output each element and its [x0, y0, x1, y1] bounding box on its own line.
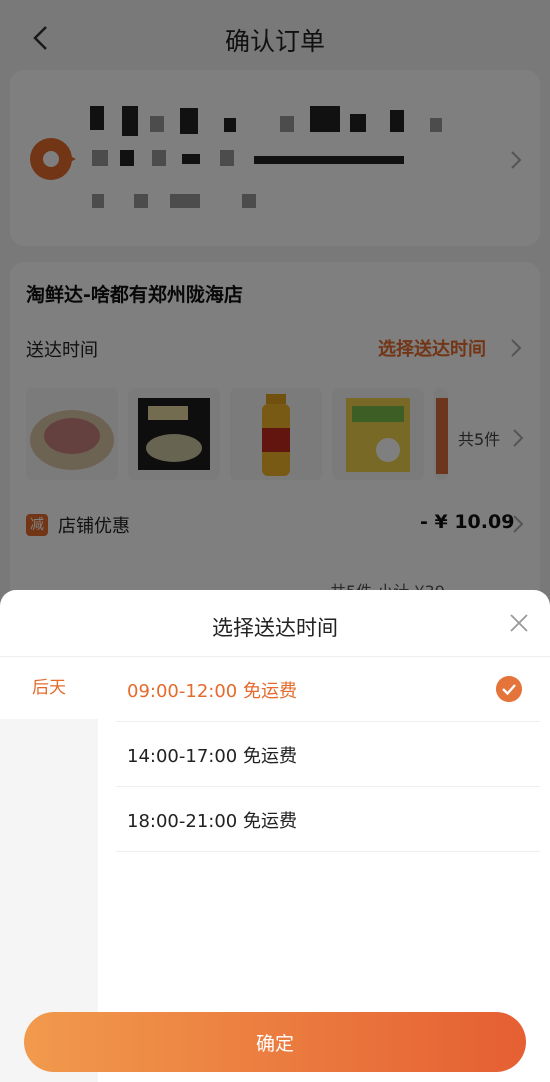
- time-slot-option[interactable]: 14:00-17:00 免运费: [116, 722, 540, 787]
- sheet-title: 选择送达时间: [212, 616, 338, 640]
- time-slot-label: 14:00-17:00 免运费: [127, 746, 297, 767]
- time-slot-option[interactable]: 09:00-12:00 免运费: [116, 657, 540, 722]
- close-icon[interactable]: [509, 613, 529, 633]
- check-icon: [496, 676, 522, 702]
- confirm-button[interactable]: 确定: [24, 1012, 526, 1072]
- day-tab-selected[interactable]: 后天: [0, 657, 98, 719]
- time-slot-label: 18:00-21:00 免运费: [127, 811, 297, 832]
- time-slot-option[interactable]: 18:00-21:00 免运费: [116, 787, 540, 852]
- delivery-time-sheet: 选择送达时间 后天 09:00-12:00 免运费 14:00-17:00 免运…: [0, 590, 550, 1082]
- time-slot-label: 09:00-12:00 免运费: [127, 681, 297, 702]
